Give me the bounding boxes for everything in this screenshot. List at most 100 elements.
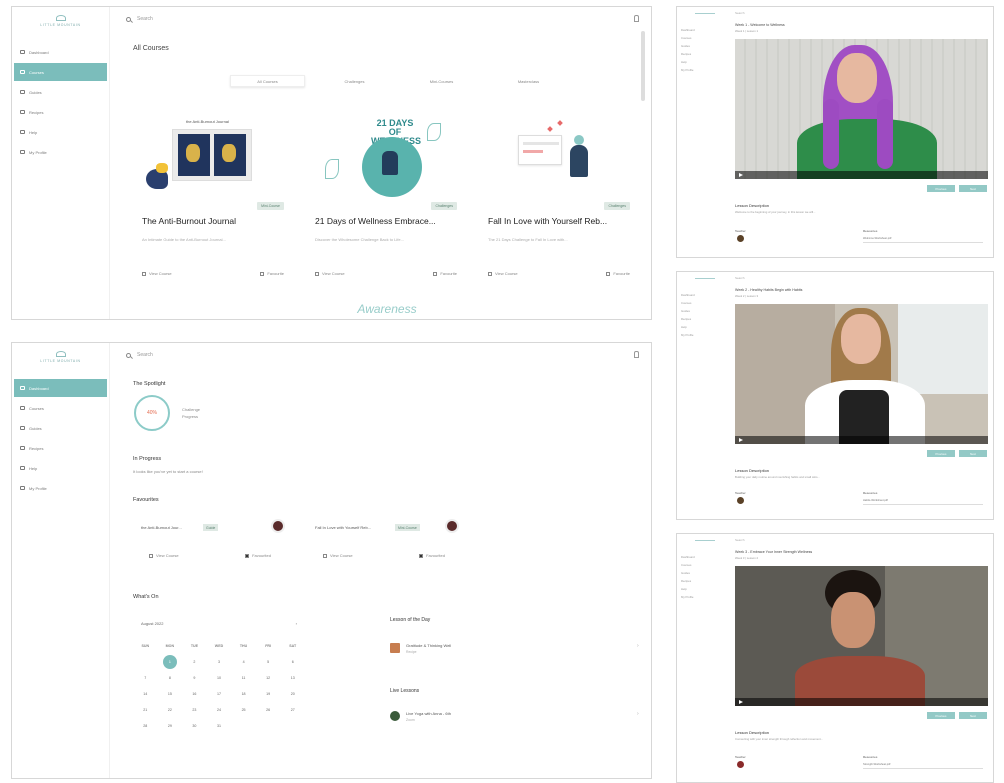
calendar-day[interactable]: 6: [280, 660, 305, 664]
spotlight-progress-ring[interactable]: 40%: [134, 395, 170, 431]
search-input[interactable]: Search: [126, 16, 153, 22]
favourited-button[interactable]: Favourited: [245, 553, 271, 558]
favourited-button[interactable]: Favourited: [419, 553, 445, 558]
logo[interactable]: LITTLE MOUNTAIN: [12, 351, 109, 363]
calendar-day[interactable]: 27: [280, 708, 305, 712]
previous-button[interactable]: Previous: [927, 185, 955, 192]
sidebar-item-recipes[interactable]: Recipes: [14, 439, 107, 457]
calendar-day[interactable]: 5: [256, 660, 281, 664]
sidebar-item-profile[interactable]: My Profile: [677, 593, 732, 601]
search-input[interactable]: Search: [735, 276, 745, 280]
tab-challenges[interactable]: Challenges: [317, 75, 392, 87]
search-input[interactable]: Search: [735, 11, 745, 15]
mountain-logo-icon[interactable]: [694, 540, 715, 545]
sidebar-item-help[interactable]: Help: [677, 58, 732, 66]
sidebar-item-profile[interactable]: My Profile: [677, 66, 732, 74]
calendar-day[interactable]: 29: [158, 724, 183, 728]
sidebar-item-dashboard[interactable]: Dashboard: [14, 43, 107, 61]
course-card[interactable]: Challenges Fall In Love with Yourself Re…: [478, 99, 638, 295]
sidebar-item-courses[interactable]: Courses: [14, 63, 107, 81]
calendar-day[interactable]: 30: [182, 724, 207, 728]
calendar-day[interactable]: 18: [231, 692, 256, 696]
sidebar-item-help[interactable]: Help: [677, 585, 732, 593]
sidebar-item-profile[interactable]: My Profile: [677, 331, 732, 339]
video-controls[interactable]: [735, 436, 988, 444]
play-icon[interactable]: [739, 700, 743, 704]
tab-masterclass[interactable]: Masterclass: [491, 75, 566, 87]
sidebar-item-guides[interactable]: Guides: [14, 83, 107, 101]
sidebar-item-profile[interactable]: My Profile: [14, 143, 107, 161]
sidebar-item-recipes[interactable]: Recipes: [677, 50, 732, 58]
calendar-day[interactable]: 26: [256, 708, 281, 712]
calendar-day[interactable]: 11: [231, 676, 256, 680]
sidebar-item-guides[interactable]: Guides: [677, 569, 732, 577]
sidebar-item-help[interactable]: Help: [14, 459, 107, 477]
mountain-logo-icon[interactable]: [694, 278, 715, 283]
course-title[interactable]: Fall In Love with Yourself Reb...: [488, 216, 638, 226]
search-input[interactable]: Search: [126, 352, 153, 358]
calendar-day[interactable]: 25: [231, 708, 256, 712]
calendar-day[interactable]: 21: [133, 708, 158, 712]
play-icon[interactable]: [739, 438, 743, 442]
calendar-day[interactable]: 22: [158, 708, 183, 712]
resource-file[interactable]: Habits-Worksheet.pdf: [863, 499, 983, 505]
calendar-day[interactable]: 28: [133, 724, 158, 728]
calendar-day[interactable]: 12: [256, 676, 281, 680]
sidebar-item-guides[interactable]: Guides: [677, 307, 732, 315]
lesson-of-day-item[interactable]: Gratitude & Thinking Well Recipe: [390, 643, 451, 654]
favourite-button[interactable]: Favourite: [260, 271, 284, 276]
video-player[interactable]: [735, 39, 988, 179]
sidebar-item-recipes[interactable]: Recipes: [677, 577, 732, 585]
logo[interactable]: LITTLE MOUNTAIN: [12, 15, 109, 27]
calendar-day[interactable]: 23: [182, 708, 207, 712]
chevron-right-icon[interactable]: ›: [296, 621, 297, 626]
sidebar-item-profile[interactable]: My Profile: [14, 479, 107, 497]
video-player[interactable]: [735, 566, 988, 706]
calendar-day[interactable]: 1: [162, 655, 177, 669]
live-lesson-item[interactable]: Live Yoga with Anna - 6th Zoom: [390, 711, 451, 722]
course-card[interactable]: the Anti-Burnout Journal Mini-Course The…: [132, 99, 292, 295]
sidebar-item-guides[interactable]: Guides: [677, 42, 732, 50]
scrollbar[interactable]: [641, 31, 645, 101]
chevron-right-icon[interactable]: ›: [637, 643, 639, 649]
sidebar-item-help[interactable]: Help: [677, 323, 732, 331]
tab-all-courses[interactable]: All Courses: [230, 75, 305, 87]
calendar-day[interactable]: 7: [133, 676, 158, 680]
calendar-day[interactable]: 10: [207, 676, 232, 680]
sidebar-item-recipes[interactable]: Recipes: [677, 315, 732, 323]
bell-icon[interactable]: [634, 15, 639, 22]
next-button[interactable]: Next: [959, 712, 987, 719]
sidebar-item-courses[interactable]: Courses: [14, 399, 107, 417]
view-course-button[interactable]: View Course: [142, 271, 172, 276]
video-controls[interactable]: [735, 171, 988, 179]
course-title[interactable]: The Anti-Burnout Journal: [142, 216, 292, 226]
video-player[interactable]: [735, 304, 988, 444]
calendar-day[interactable]: 19: [256, 692, 281, 696]
calendar-day[interactable]: 3: [207, 660, 232, 664]
sidebar-item-dashboard[interactable]: Dashboard: [677, 553, 732, 561]
sidebar-item-courses[interactable]: Courses: [677, 561, 732, 569]
calendar-day[interactable]: 4: [231, 660, 256, 664]
sidebar-item-dashboard[interactable]: Dashboard: [14, 379, 107, 397]
bell-icon[interactable]: [634, 351, 639, 358]
calendar-day[interactable]: 15: [158, 692, 183, 696]
calendar-day[interactable]: 31: [207, 724, 232, 728]
sidebar-item-dashboard[interactable]: Dashboard: [677, 291, 732, 299]
previous-button[interactable]: Previous: [927, 450, 955, 457]
calendar-day[interactable]: 20: [280, 692, 305, 696]
calendar-day[interactable]: 9: [182, 676, 207, 680]
chevron-right-icon[interactable]: ›: [637, 711, 639, 717]
calendar-day[interactable]: 2: [182, 660, 207, 664]
next-button[interactable]: Next: [959, 450, 987, 457]
calendar-day[interactable]: 13: [280, 676, 305, 680]
tab-mini-courses[interactable]: Mini-Courses: [404, 75, 479, 87]
video-controls[interactable]: [735, 698, 988, 706]
view-course-button[interactable]: View Course: [149, 553, 179, 558]
favourite-button[interactable]: Favourite: [606, 271, 630, 276]
resource-file[interactable]: Strength-Worksheet.pdf: [863, 763, 983, 769]
view-course-button[interactable]: View Course: [488, 271, 518, 276]
play-icon[interactable]: [739, 173, 743, 177]
search-input[interactable]: Search: [735, 538, 745, 542]
next-button[interactable]: Next: [959, 185, 987, 192]
favourite-card[interactable]: Fall In Love with Yourself Reb... Mini-C…: [307, 515, 465, 567]
